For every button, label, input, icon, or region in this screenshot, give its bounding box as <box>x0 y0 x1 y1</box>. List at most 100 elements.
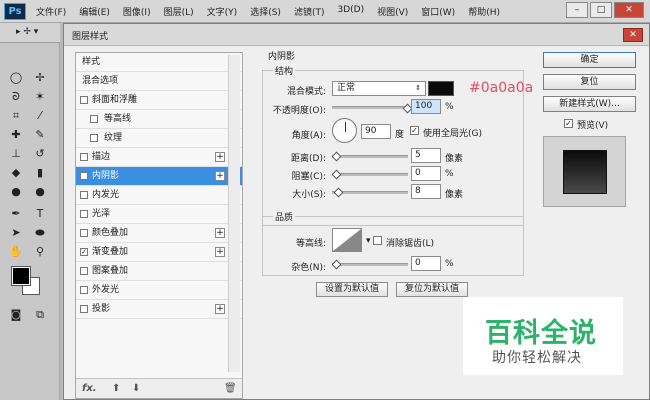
quick-mask-icon[interactable]: ◙ <box>8 308 24 322</box>
hand-tool-icon[interactable]: ✋ <box>8 245 24 259</box>
foreground-color-swatch[interactable] <box>11 266 31 286</box>
style-list-item[interactable]: 描边 + <box>76 148 242 167</box>
add-effect-icon[interactable]: + <box>215 247 225 257</box>
style-list-item[interactable]: 样式 <box>76 53 242 72</box>
style-checkbox[interactable]: ✓ <box>80 172 88 180</box>
move-down-icon[interactable]: ⬇ <box>132 383 140 394</box>
marquee-tool-icon[interactable]: ◯ <box>8 71 24 85</box>
blur-tool-icon[interactable]: ● <box>8 185 24 199</box>
choke-slider[interactable] <box>332 173 408 176</box>
style-list-item[interactable]: 投影 + <box>76 300 242 319</box>
dodge-tool-icon[interactable]: ● <box>32 185 48 199</box>
noise-slider[interactable] <box>332 263 408 266</box>
add-effect-icon[interactable]: + <box>215 171 225 181</box>
style-checkbox[interactable] <box>80 305 88 313</box>
move-up-icon[interactable]: ⬆ <box>112 383 120 394</box>
style-list-item[interactable]: ✓ 渐变叠加 + <box>76 243 242 262</box>
style-list-item[interactable]: 等高线 <box>76 110 242 129</box>
style-list-item[interactable]: 纹理 <box>76 129 242 148</box>
angle-input[interactable]: 90 <box>361 124 391 139</box>
style-list-item[interactable]: ✓ 内阴影 + <box>76 167 242 186</box>
make-default-button[interactable]: 设置为默认值 <box>316 282 388 297</box>
style-list-item[interactable]: 斜面和浮雕 <box>76 91 242 110</box>
style-checkbox[interactable] <box>80 267 88 275</box>
angle-dial[interactable] <box>332 118 357 143</box>
reset-default-button[interactable]: 复位为默认值 <box>396 282 468 297</box>
add-effect-icon[interactable]: + <box>215 304 225 314</box>
eyedropper-tool-icon[interactable]: ⁄ <box>32 109 48 123</box>
style-checkbox[interactable] <box>90 115 98 123</box>
choke-input[interactable]: 0 <box>411 166 441 181</box>
screen-mode-icon[interactable]: ⧉ <box>32 308 48 322</box>
menu-window[interactable]: 窗口(W) <box>421 5 455 18</box>
maximize-button[interactable]: □ <box>590 2 612 18</box>
menu-file[interactable]: 文件(F) <box>36 5 66 18</box>
style-list-item[interactable]: 光泽 <box>76 205 242 224</box>
reset-button[interactable]: 复位 <box>543 74 636 90</box>
zoom-tool-icon[interactable]: ⚲ <box>32 245 48 259</box>
dialog-close-button[interactable]: ✕ <box>623 28 643 42</box>
crop-tool-icon[interactable]: ⌗ <box>8 109 24 123</box>
style-checkbox[interactable] <box>80 153 88 161</box>
distance-slider[interactable] <box>332 155 408 158</box>
style-checkbox[interactable] <box>80 229 88 237</box>
style-checkbox[interactable] <box>80 286 88 294</box>
style-list-item[interactable]: 图案叠加 <box>76 262 242 281</box>
size-input[interactable]: 8 <box>411 184 441 199</box>
style-list-item[interactable]: 内发光 <box>76 186 242 205</box>
menu-view[interactable]: 视图(V) <box>377 5 408 18</box>
distance-input[interactable]: 5 <box>411 148 441 163</box>
global-light-checkbox[interactable]: ✓ <box>410 126 419 135</box>
fx-icon[interactable]: fx. <box>82 383 97 394</box>
contour-picker[interactable] <box>332 228 362 252</box>
menu-help[interactable]: 帮助(H) <box>468 5 500 18</box>
shape-tool-icon[interactable]: ⬬ <box>32 226 48 240</box>
brush-tool-icon[interactable]: ✎ <box>32 128 48 142</box>
type-tool-icon[interactable]: T <box>32 207 48 221</box>
anti-alias-checkbox[interactable] <box>373 236 382 245</box>
opacity-input[interactable]: 100 <box>411 99 441 114</box>
menu-3d[interactable]: 3D(D) <box>337 5 364 18</box>
style-checkbox[interactable]: ✓ <box>80 248 88 256</box>
menu-image[interactable]: 图像(I) <box>123 5 151 18</box>
tool-options-bar[interactable]: ▸ ✢ ▾ <box>0 23 60 43</box>
menu-layer[interactable]: 图层(L) <box>164 5 194 18</box>
magic-wand-icon[interactable]: ✶ <box>32 90 48 104</box>
style-list-item[interactable]: 混合选项 <box>76 72 242 91</box>
style-checkbox[interactable] <box>90 134 98 142</box>
style-list-scrollbar[interactable] <box>228 55 240 372</box>
pen-tool-icon[interactable]: ✒ <box>8 207 24 221</box>
ok-button[interactable]: 确定 <box>543 52 636 68</box>
path-select-icon[interactable]: ➤ <box>8 226 24 240</box>
new-style-button[interactable]: 新建样式(W)... <box>543 96 636 112</box>
style-checkbox[interactable] <box>80 191 88 199</box>
style-list-item-label: 颜色叠加 <box>92 228 129 238</box>
menu-select[interactable]: 选择(S) <box>250 5 281 18</box>
menu-type[interactable]: 文字(Y) <box>207 5 238 18</box>
gradient-tool-icon[interactable]: ▮ <box>32 166 48 180</box>
add-effect-icon[interactable]: + <box>215 228 225 238</box>
opacity-slider[interactable] <box>332 106 408 109</box>
style-checkbox[interactable] <box>80 210 88 218</box>
style-list-item[interactable]: 外发光 <box>76 281 242 300</box>
noise-input[interactable]: 0 <box>411 256 441 271</box>
lasso-tool-icon[interactable]: ᘐ <box>8 90 24 104</box>
healing-brush-icon[interactable]: ✚ <box>8 128 24 142</box>
chevron-down-icon[interactable]: ▾ <box>366 236 371 246</box>
style-checkbox[interactable] <box>80 96 88 104</box>
close-window-button[interactable]: ✕ <box>614 2 644 18</box>
move-tool-icon[interactable]: ✢ <box>32 71 48 85</box>
eraser-tool-icon[interactable]: ◆ <box>8 166 24 180</box>
anti-alias-label: 消除锯齿(L) <box>386 239 435 249</box>
history-brush-icon[interactable]: ↺ <box>32 147 48 161</box>
preview-checkbox[interactable]: ✓ <box>564 119 573 128</box>
trash-icon[interactable]: 🗑 <box>224 383 237 394</box>
clone-stamp-icon[interactable]: ⊥ <box>8 147 24 161</box>
blend-mode-select[interactable]: 正常 ⇕ <box>332 81 426 96</box>
menu-edit[interactable]: 编辑(E) <box>79 5 110 18</box>
shadow-color-swatch[interactable] <box>428 81 454 96</box>
style-list-item[interactable]: 颜色叠加 + <box>76 224 242 243</box>
menu-filter[interactable]: 滤镜(T) <box>294 5 325 18</box>
add-effect-icon[interactable]: + <box>215 152 225 162</box>
minimize-button[interactable]: – <box>566 2 588 18</box>
